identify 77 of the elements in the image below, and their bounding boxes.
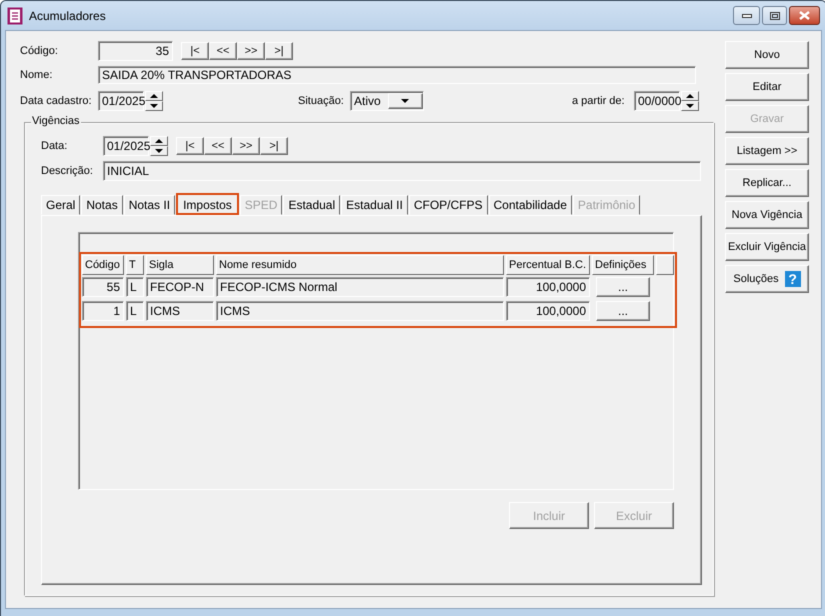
navigation-button[interactable]: << [204, 137, 232, 155]
tab[interactable]: Notas II [124, 195, 176, 215]
navigation-button[interactable]: >| [260, 137, 288, 155]
tab[interactable]: Contabilidade [488, 195, 572, 215]
tab[interactable]: Notas [81, 195, 123, 215]
column-header-blank [656, 255, 674, 275]
input-field[interactable]: 01/2025 [103, 136, 149, 156]
tab[interactable]: Estadual II [341, 195, 408, 215]
spinner-button[interactable] [145, 91, 163, 111]
side-button[interactable]: Excluir Vigência [725, 233, 809, 261]
field-label: Descrição: [41, 165, 94, 177]
navigation-button[interactable]: >| [265, 42, 293, 60]
column-header[interactable]: Nome resumido [216, 255, 504, 275]
spinner-button[interactable] [150, 136, 168, 156]
maximize-icon [770, 12, 780, 20]
side-button[interactable]: Novo [725, 41, 809, 69]
table-cell: ICMS [146, 301, 214, 321]
table-cell: ICMS [216, 301, 504, 321]
group-title: Vigências [31, 115, 80, 127]
navigation-button[interactable]: |< [181, 42, 209, 60]
field-label: Código: [20, 45, 59, 57]
table-cell: FECOP-N [146, 277, 214, 297]
input-field[interactable]: 00/0000 [634, 91, 680, 111]
field-label: Data: [41, 140, 68, 152]
definitions-button[interactable]: ... [596, 301, 650, 321]
tab[interactable]: Impostos [176, 193, 239, 215]
column-header[interactable]: Percentual B.C. [506, 255, 590, 275]
table-cell: L [126, 301, 144, 321]
help-icon: ? [784, 271, 801, 287]
minimize-button[interactable] [733, 6, 760, 25]
tab[interactable]: Estadual [283, 195, 340, 215]
button-label: Soluções [733, 273, 779, 285]
field-label: a partir de: [572, 95, 626, 107]
close-button[interactable] [789, 6, 820, 25]
input-field[interactable]: INICIAL [103, 161, 701, 181]
side-button[interactable]: Listagem >> [725, 137, 809, 165]
situation-dropdown[interactable]: Ativo [350, 91, 424, 111]
table-cell: L [126, 277, 144, 297]
definitions-button[interactable]: ... [596, 277, 650, 297]
column-header[interactable]: Sigla [146, 255, 214, 275]
side-button[interactable]: Soluções ? [725, 265, 809, 293]
column-header[interactable]: T [126, 255, 144, 275]
caret-icon [401, 99, 410, 103]
down-arrow-icon [150, 104, 158, 108]
tab[interactable]: CFOP/CFPS [408, 195, 488, 215]
table-cell: FECOP-ICMS Normal [216, 277, 504, 297]
side-button[interactable]: Replicar... [725, 169, 809, 197]
window-title: Acumuladores [29, 8, 107, 22]
navigation-button[interactable]: >> [237, 42, 265, 60]
navigation-button[interactable]: >> [232, 137, 260, 155]
minimize-icon [742, 14, 752, 18]
field-label: Data cadastro: [20, 95, 93, 107]
spinner-button[interactable] [681, 91, 699, 111]
table-cell: 100,0000 [506, 301, 590, 321]
tab[interactable]: Geral [41, 195, 80, 215]
down-arrow-icon [686, 104, 694, 108]
side-button[interactable]: Nova Vigência [725, 201, 809, 229]
close-icon [799, 11, 810, 20]
table-cell: 1 [82, 301, 124, 321]
field-label: Nome: [20, 69, 54, 81]
up-arrow-icon [150, 94, 158, 98]
input-field[interactable]: 01/2025 [98, 91, 144, 111]
input-field[interactable]: SAIDA 20% TRANSPORTADORAS [98, 66, 696, 84]
up-arrow-icon [155, 139, 163, 143]
document-icon [7, 6, 23, 24]
table-cell: 100,0000 [506, 277, 590, 297]
side-button[interactable]: Editar [725, 73, 809, 101]
down-arrow-icon [155, 149, 163, 153]
navigation-button[interactable]: << [209, 42, 237, 60]
table-cell: 55 [82, 277, 124, 297]
column-header[interactable]: Definições [592, 255, 654, 275]
maximize-button[interactable] [762, 6, 787, 25]
input-field[interactable]: 35 [98, 41, 173, 61]
navigation-button[interactable]: |< [176, 137, 204, 155]
column-header[interactable]: Código [82, 255, 124, 275]
up-arrow-icon [686, 94, 694, 98]
field-label: Situação: [298, 95, 345, 107]
